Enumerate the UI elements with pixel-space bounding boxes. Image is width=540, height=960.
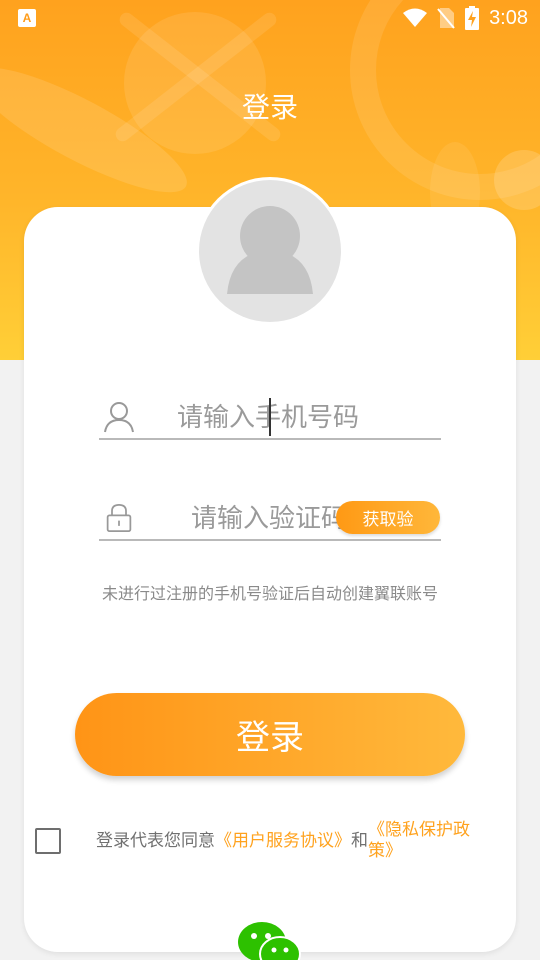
agreement-checkbox[interactable] (35, 828, 61, 854)
status-time: 3:08 (489, 6, 528, 29)
privacy-policy-link[interactable]: 《隐私保护政策》 (368, 820, 480, 862)
status-bar: A 3:08 (0, 0, 540, 36)
wifi-icon (403, 8, 428, 27)
default-avatar-icon (199, 180, 341, 322)
phone-input[interactable] (177, 400, 427, 436)
no-sim-icon (437, 8, 455, 29)
battery-charging-icon (465, 6, 480, 30)
text-cursor (269, 398, 271, 436)
agreement-text: 登录代表您同意 《用户服务协议》 和 《隐私保护政策》 (96, 820, 506, 862)
wechat-login-button[interactable] (236, 920, 304, 960)
app-notification-icon: A (18, 9, 36, 27)
user-icon (104, 402, 134, 433)
avatar[interactable] (196, 177, 344, 325)
get-code-button[interactable]: 获取验 (336, 501, 440, 534)
page-title: 登录 (241, 91, 298, 124)
agreement-conjunction: 和 (351, 831, 368, 851)
lock-icon (106, 503, 132, 532)
code-input[interactable] (191, 501, 341, 537)
login-button[interactable]: 登录 (75, 693, 465, 776)
user-agreement-link[interactable]: 《用户服务协议》 (215, 820, 351, 852)
registration-hint: 未进行过注册的手机号验证后自动创建翼联账号 (101, 584, 438, 603)
wechat-icon (238, 922, 301, 960)
agreement-prefix: 登录代表您同意 (96, 831, 215, 851)
person-silhouette-icon (227, 206, 313, 294)
decorative-ball (494, 150, 540, 210)
